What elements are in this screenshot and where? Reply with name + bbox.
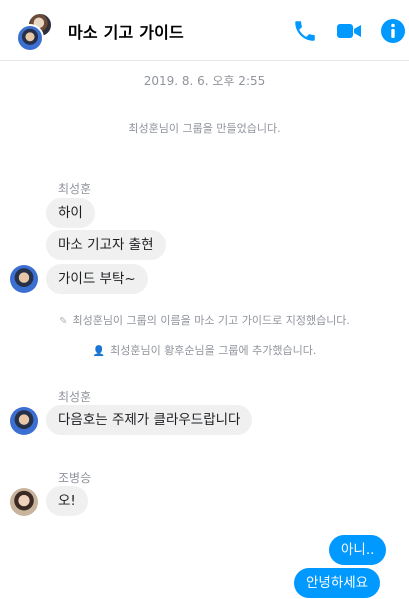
avatar[interactable] <box>10 265 38 293</box>
group-avatar[interactable] <box>16 12 56 52</box>
system-message-renamed: ✎ 최성훈님이 그룹의 이름을 마소 기고 가이드로 지정했습니다. <box>0 312 409 328</box>
system-message-created: 최성훈님이 그룹을 만들었습니다. <box>0 120 409 136</box>
conversation-timestamp: 2019. 8. 6. 오후 2:55 <box>143 74 266 88</box>
message-bubble[interactable]: 오! <box>46 486 88 516</box>
sender-name: 최성훈 <box>58 182 92 196</box>
sender-name: 조병승 <box>58 471 92 485</box>
system-message-text: 최성훈님이 황후순님을 그룹에 추가했습니다. <box>110 344 317 357</box>
sender-name: 최성훈 <box>58 390 92 404</box>
chat-header: 마소 기고 가이드 <box>0 0 409 61</box>
outgoing-message-bubble[interactable]: 아니.. <box>329 535 387 565</box>
message-bubble[interactable]: 하이 <box>46 198 95 228</box>
video-icon[interactable] <box>336 18 362 44</box>
avatar[interactable] <box>10 488 38 516</box>
system-message-text: 최성훈님이 그룹을 만들었습니다. <box>128 122 281 135</box>
message-bubble[interactable]: 다음호는 주제가 클라우드랍니다 <box>46 405 253 435</box>
message-bubble[interactable]: 가이드 부탁~ <box>46 264 148 294</box>
add-person-icon: 👤 <box>92 346 106 357</box>
member-avatar-front <box>16 24 44 52</box>
system-message-text: 최성훈님이 그룹의 이름을 마소 기고 가이드로 지정했습니다. <box>72 314 350 327</box>
system-message-added: 👤 최성훈님이 황후순님을 그룹에 추가했습니다. <box>0 342 409 358</box>
phone-icon[interactable] <box>292 18 318 44</box>
pencil-icon: ✎ <box>59 316 68 327</box>
conversation-title[interactable]: 마소 기고 가이드 <box>68 19 184 43</box>
avatar[interactable] <box>10 407 38 435</box>
info-icon[interactable] <box>380 18 406 44</box>
outgoing-message-bubble[interactable]: 안녕하세요 <box>294 568 381 598</box>
message-bubble[interactable]: 마소 기고자 출현 <box>46 230 166 260</box>
